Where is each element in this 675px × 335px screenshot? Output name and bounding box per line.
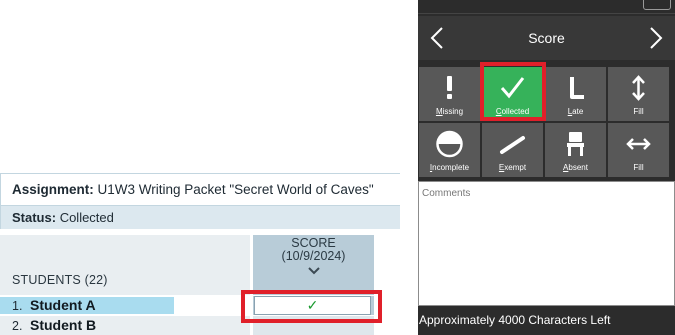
students-column-header[interactable]: STUDENTS (22) — [0, 235, 250, 295]
chair-icon — [567, 132, 584, 156]
exempt-button[interactable]: Exempt — [482, 123, 543, 177]
student-number: 1. — [12, 299, 23, 313]
gradebook-view: Assignment: U1W3 Writing Packet "Secret … — [0, 0, 400, 335]
status-row: Status: Collected — [1, 205, 400, 229]
horizontal-arrows-icon — [626, 138, 651, 150]
incomplete-button[interactable]: Incomplete — [419, 123, 480, 177]
student-row[interactable]: 2. Student B — [0, 316, 250, 335]
student-name[interactable]: Student A — [30, 297, 96, 313]
assignment-row: Assignment: U1W3 Writing Packet "Secret … — [1, 174, 400, 205]
assignment-label: Assignment: — [12, 182, 94, 197]
slash-icon — [500, 136, 525, 154]
comments-placeholder: Comments — [422, 188, 471, 199]
score-panel: Score Missing Collected Late Fill Incomp… — [418, 0, 675, 335]
status-value: Collected — [59, 210, 114, 225]
comments-textarea[interactable]: Comments — [418, 181, 675, 306]
absent-button[interactable]: Absent — [545, 123, 606, 177]
fill-horizontal-button[interactable]: Fill — [608, 123, 669, 177]
student-number: 2. — [12, 319, 23, 333]
assignment-info: Assignment: U1W3 Writing Packet "Secret … — [0, 173, 400, 229]
characters-left-label: Approximately 4000 Characters Left — [419, 313, 611, 327]
students-header-label: STUDENTS (22) — [12, 273, 108, 287]
status-label: Status: — [12, 210, 57, 225]
panel-top-bar — [418, 0, 675, 14]
half-circle-icon — [436, 130, 463, 158]
highlight-box-score-cell — [241, 290, 382, 323]
score-nav-bar: Score — [418, 16, 675, 60]
student-row[interactable]: 1. Student A — [0, 296, 250, 314]
student-name[interactable]: Student B — [30, 317, 96, 333]
chevron-left-icon[interactable] — [418, 16, 458, 60]
fill-vertical-button[interactable]: Fill — [608, 67, 669, 121]
chevron-right-icon[interactable] — [635, 16, 675, 60]
late-button[interactable]: Late — [545, 67, 606, 121]
exclamation-icon — [447, 76, 452, 99]
score-column-header[interactable]: SCORE (10/9/2024) — [253, 235, 374, 295]
missing-button[interactable]: Missing — [419, 67, 480, 121]
score-header-date: (10/9/2024) — [281, 249, 346, 263]
panel-top-button[interactable] — [643, 0, 671, 10]
highlight-box-collected — [480, 62, 546, 121]
late-icon — [570, 77, 584, 99]
vertical-arrows-icon — [632, 75, 645, 101]
panel-title: Score — [528, 30, 565, 46]
chevron-down-icon[interactable] — [307, 267, 320, 275]
assignment-title: U1W3 Writing Packet "Secret World of Cav… — [97, 182, 374, 197]
